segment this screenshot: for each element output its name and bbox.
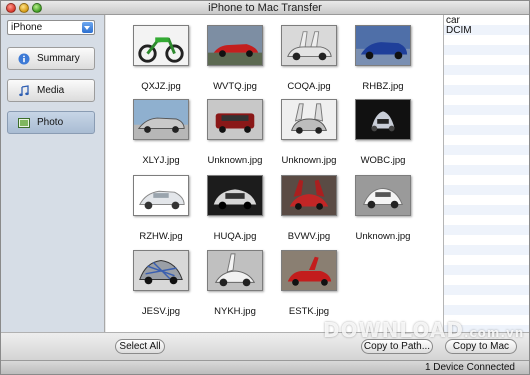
photo-filename: Unknown.jpg	[207, 155, 263, 166]
photo-item[interactable]: Unknown.jpg	[269, 99, 349, 169]
photo-filename: COQA.jpg	[287, 81, 331, 92]
photo-thumbnail[interactable]	[281, 250, 337, 291]
photo-item[interactable]: RZHW.jpg	[121, 175, 201, 245]
title-bar: iPhone to Mac Transfer	[1, 1, 529, 15]
photo-thumbnail[interactable]	[207, 99, 263, 140]
photo-filename: RHBZ.jpg	[362, 81, 404, 92]
music-note-icon	[19, 85, 29, 97]
photo-icon	[18, 118, 30, 128]
photo-filename: NYKH.jpg	[214, 306, 256, 317]
sidebar-item-photo[interactable]: Photo	[7, 111, 95, 134]
photo-filename: QXJZ.jpg	[141, 81, 181, 92]
sidebar: iPhone Summary Media Photo	[1, 15, 105, 361]
photo-filename: WOBC.jpg	[360, 155, 406, 166]
photo-item[interactable]: QXJZ.jpg	[121, 25, 201, 95]
photo-item[interactable]: JESV.jpg	[121, 250, 201, 320]
photo-filename: XLYJ.jpg	[142, 155, 180, 166]
photo-filename: JESV.jpg	[141, 306, 181, 317]
photo-thumbnail[interactable]	[207, 250, 263, 291]
folder-item[interactable]: DCIM	[446, 25, 472, 36]
photo-filename: ESTK.jpg	[288, 306, 330, 317]
select-all-button[interactable]: Select All	[115, 339, 165, 354]
photo-item[interactable]: ESTK.jpg	[269, 250, 349, 320]
photo-filename: RZHW.jpg	[139, 231, 183, 242]
photo-filename: WVTQ.jpg	[213, 81, 257, 92]
photo-item[interactable]: XLYJ.jpg	[121, 99, 201, 169]
device-select[interactable]: iPhone	[7, 20, 95, 35]
chevron-down-icon[interactable]	[82, 22, 93, 33]
sidebar-item-summary[interactable]: Summary	[7, 47, 95, 70]
photo-thumbnail[interactable]	[355, 175, 411, 216]
photo-item[interactable]: Unknown.jpg	[343, 175, 423, 245]
photo-grid: QXJZ.jpg WVTQ.jpg COQA.jpg RHBZ.jpg XLYJ…	[106, 15, 443, 361]
photo-item[interactable]: WVTQ.jpg	[195, 25, 275, 95]
photo-filename: HUQA.jpg	[213, 231, 257, 242]
photo-thumbnail[interactable]	[355, 99, 411, 140]
photo-item[interactable]: RHBZ.jpg	[343, 25, 423, 95]
sidebar-item-label: Photo	[37, 117, 64, 128]
photo-item[interactable]: BVWV.jpg	[269, 175, 349, 245]
photo-filename: Unknown.jpg	[355, 231, 411, 242]
photo-item[interactable]: COQA.jpg	[269, 25, 349, 95]
connection-status: 1 Device Connected	[424, 362, 515, 373]
sidebar-item-media[interactable]: Media	[7, 79, 95, 102]
window-title: iPhone to Mac Transfer	[208, 2, 322, 14]
sidebar-item-label: Summary	[37, 53, 80, 64]
photo-filename: BVWV.jpg	[287, 231, 331, 242]
photo-thumbnail[interactable]	[207, 175, 263, 216]
watermark-text: DOWNLOAD	[323, 318, 464, 342]
status-bar: 1 Device Connected	[1, 360, 529, 374]
photo-thumbnail[interactable]	[281, 25, 337, 66]
photo-thumbnail[interactable]	[133, 99, 189, 140]
photo-filename: Unknown.jpg	[281, 155, 337, 166]
photo-thumbnail[interactable]	[133, 250, 189, 291]
photo-thumbnail[interactable]	[133, 175, 189, 216]
watermark-sub: .com.vn	[463, 326, 525, 340]
photo-thumbnail[interactable]	[281, 175, 337, 216]
device-select-value: iPhone	[11, 22, 43, 33]
app-window: iPhone to Mac Transfer iPhone Summary Me…	[0, 0, 530, 375]
photo-thumbnail[interactable]	[133, 25, 189, 66]
photo-thumbnail[interactable]	[207, 25, 263, 66]
photo-thumbnail[interactable]	[355, 25, 411, 66]
photo-thumbnail[interactable]	[281, 99, 337, 140]
watermark: DOWNLOAD.com.vn	[323, 318, 524, 342]
info-icon	[18, 53, 30, 65]
sidebar-item-label: Media	[37, 85, 65, 96]
photo-item[interactable]: WOBC.jpg	[343, 99, 423, 169]
photo-item[interactable]: HUQA.jpg	[195, 175, 275, 245]
photo-item[interactable]: Unknown.jpg	[195, 99, 275, 169]
folder-list: car DCIM	[443, 15, 529, 361]
photo-item[interactable]: NYKH.jpg	[195, 250, 275, 320]
